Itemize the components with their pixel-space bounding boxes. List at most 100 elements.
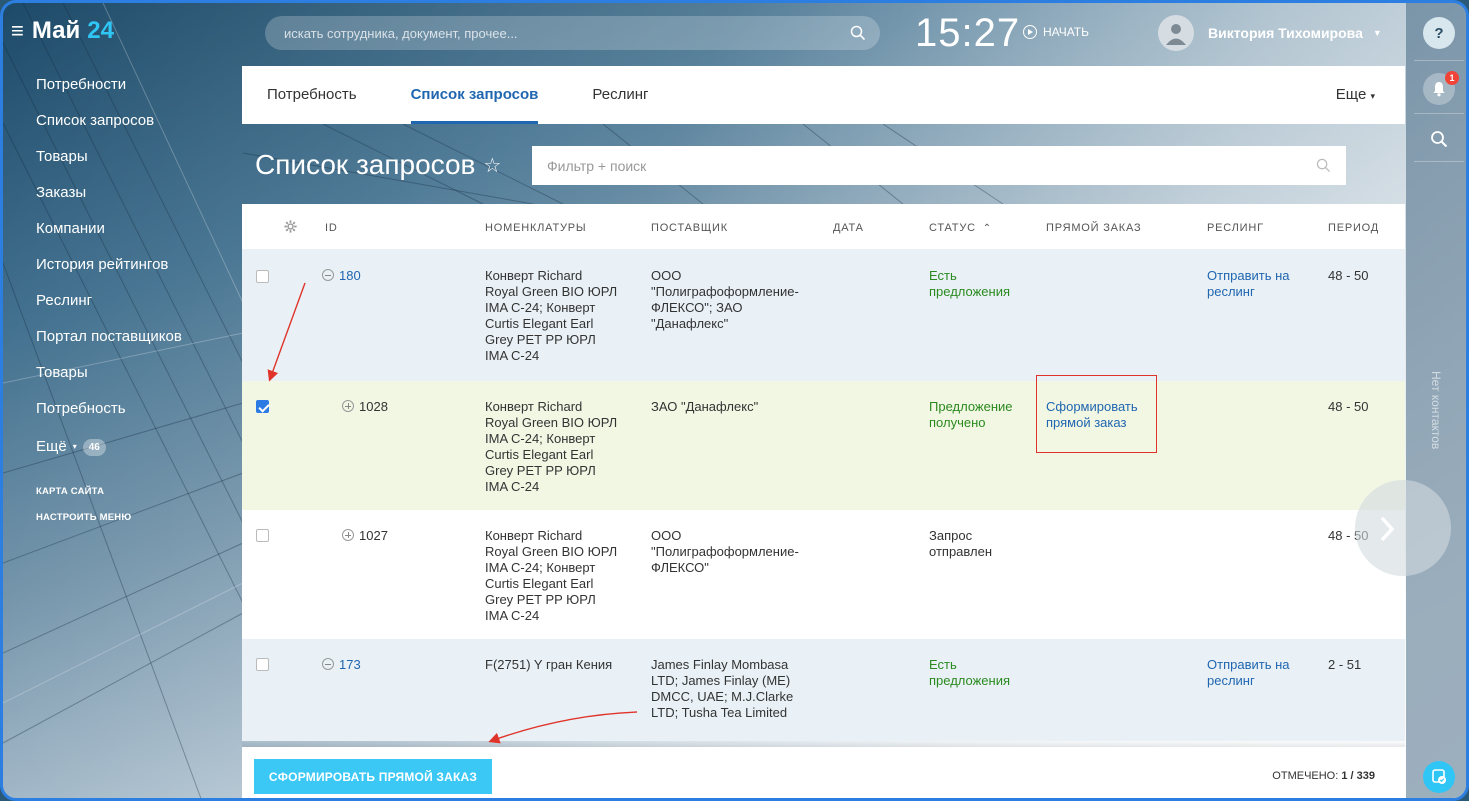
global-search <box>265 16 880 50</box>
expand-icon[interactable] <box>342 529 354 541</box>
menu-item-orders[interactable]: Заказы <box>36 177 236 213</box>
tab-need[interactable]: Потребность <box>267 66 357 124</box>
wrestling-line: Отправить на <box>1207 657 1290 672</box>
menu-icon[interactable]: ≡ <box>11 18 24 44</box>
tab-wrestling[interactable]: Реслинг <box>592 66 648 124</box>
nomenclature-cell: Конверт Richard Royal Green BIO ЮРЛ IMA … <box>485 528 635 624</box>
menu-item-goods[interactable]: Товары <box>36 141 236 177</box>
row-checkbox[interactable] <box>256 400 269 413</box>
send-to-wrestling-link[interactable]: Отправить на реслинг <box>1207 657 1289 689</box>
nomenclature-line: Royal Green BIO ЮРЛ <box>485 415 618 430</box>
divider <box>1414 60 1464 61</box>
create-direct-order-button[interactable]: СФОРМИРОВАТЬ ПРЯМОЙ ЗАКАЗ <box>254 759 492 794</box>
row-id[interactable]: 173 <box>322 657 361 673</box>
row-id-text: 1028 <box>359 399 388 414</box>
collapse-icon[interactable] <box>322 269 334 281</box>
selected-value: 1 / 339 <box>1341 770 1375 782</box>
site-map-link[interactable]: КАРТА САЙТА <box>36 479 236 505</box>
contacts-search-button[interactable] <box>1423 123 1455 155</box>
status-cell: Предложение получено <box>929 399 1013 431</box>
notifications-button[interactable]: 1 <box>1423 71 1459 105</box>
divider <box>1414 161 1464 162</box>
menu-item-more[interactable]: Ещё ▾ 46 <box>36 429 236 465</box>
more-label: Ещё <box>36 438 67 455</box>
table-row[interactable]: 1028 Конверт Richard Royal Green BIO ЮРЛ… <box>242 381 1405 510</box>
user-name: Виктория Тихомирова <box>1208 25 1363 41</box>
status-cell: Запрос отправлен <box>929 528 992 560</box>
row-id-link[interactable]: 180 <box>339 268 361 283</box>
expand-icon[interactable] <box>342 400 354 412</box>
menu-item-need[interactable]: Потребность <box>36 393 236 429</box>
supplier-line: DMCC, UAE; M.J.Clarke <box>651 689 794 704</box>
global-search-input[interactable] <box>284 25 850 41</box>
logo-text: Май <box>31 17 81 44</box>
filter-input[interactable] <box>547 157 1316 174</box>
app-logo[interactable]: ≡ Май 24 <box>11 17 114 45</box>
open-lines-button[interactable] <box>1423 761 1455 793</box>
menu-item-request-list[interactable]: Список запросов <box>36 105 236 141</box>
selected-counter: ОТМЕЧЕНО: 1 / 339 <box>1272 770 1375 782</box>
column-header-direct-order[interactable]: ПРЯМОЙ ЗАКАЗ <box>1046 222 1141 234</box>
supplier-line: ФЛЕКСО" <box>651 560 709 575</box>
supplier-cell: James Finlay Mombasa LTD; James Finlay (… <box>651 657 821 721</box>
gear-icon[interactable] <box>284 220 297 233</box>
tabs-more-button[interactable]: Еще ▾ <box>1336 66 1375 125</box>
menu-item-wrestling[interactable]: Реслинг <box>36 285 236 321</box>
tabs-more-label: Еще <box>1335 86 1367 103</box>
row-id: 1028 <box>342 399 388 415</box>
send-to-wrestling-link[interactable]: Отправить на реслинг <box>1207 268 1289 300</box>
row-id-text: 1027 <box>359 528 388 543</box>
nomenclature-line: Curtis Elegant Earl <box>485 576 594 591</box>
menu-item-companies[interactable]: Компании <box>36 213 236 249</box>
nomenclature-line: Curtis Elegant Earl <box>485 316 594 331</box>
table-row[interactable]: 1027 Конверт Richard Royal Green BIO ЮРЛ… <box>242 510 1405 639</box>
tab-request-list[interactable]: Список запросов <box>410 66 538 124</box>
collapse-icon[interactable] <box>322 658 334 670</box>
supplier-line: ООО <box>651 528 682 543</box>
column-header-status[interactable]: СТАТУС ⌃ <box>929 222 992 234</box>
nomenclature-line: Grey PET PP ЮРЛ <box>485 592 596 607</box>
status-line: Предложение <box>929 399 1013 414</box>
chat-icon <box>1432 769 1446 784</box>
user-menu[interactable]: Виктория Тихомирова ▼ <box>1158 15 1382 51</box>
row-id-link[interactable]: 173 <box>339 657 361 672</box>
supplier-line: "Полиграфоформление- <box>651 544 799 559</box>
logo-number: 24 <box>87 17 114 44</box>
column-header-id[interactable]: ID <box>325 222 338 234</box>
supplier-cell: ЗАО "Данафлекс" <box>651 399 821 415</box>
row-id[interactable]: 180 <box>322 268 361 284</box>
table-row[interactable]: 173 F(2751) Y гран Кения James Finlay Mo… <box>242 639 1405 741</box>
status-line: Есть <box>929 268 957 283</box>
supplier-line: "Полиграфоформление- <box>651 284 799 299</box>
filter-bar <box>532 146 1346 185</box>
start-workday-button[interactable]: НАЧАТЬ <box>1023 25 1089 39</box>
column-header-supplier[interactable]: ПОСТАВЩИК <box>651 222 728 234</box>
search-icon[interactable] <box>1316 158 1331 173</box>
menu-item-needs[interactable]: Потребности <box>36 69 236 105</box>
star-icon[interactable]: ☆ <box>483 153 501 178</box>
next-slide-button[interactable] <box>1355 480 1451 576</box>
row-checkbox[interactable] <box>256 529 269 542</box>
nomenclature-cell: Конверт Richard Royal Green BIO ЮРЛ IMA … <box>485 268 635 364</box>
column-header-date[interactable]: ДАТА <box>833 222 864 234</box>
status-cell: Есть предложения <box>929 657 1010 689</box>
start-label: НАЧАТЬ <box>1043 25 1090 39</box>
search-icon[interactable] <box>850 25 866 41</box>
row-checkbox[interactable] <box>256 270 269 283</box>
avatar <box>1158 15 1194 51</box>
column-header-nomenclature[interactable]: НОМЕНКЛАТУРЫ <box>485 222 586 234</box>
menu-item-supplier-portal[interactable]: Портал поставщиков <box>36 321 236 357</box>
status-line: Запрос <box>929 528 973 543</box>
configure-menu-link[interactable]: НАСТРОИТЬ МЕНЮ <box>36 505 236 531</box>
menu-item-rating-history[interactable]: История рейтингов <box>36 249 236 285</box>
menu-item-goods-2[interactable]: Товары <box>36 357 236 393</box>
table-row[interactable]: 180 Конверт Richard Royal Green BIO ЮРЛ … <box>242 249 1405 381</box>
help-button[interactable]: ? <box>1423 17 1455 49</box>
column-header-wrestling[interactable]: РЕСЛИНГ <box>1207 222 1264 234</box>
supplier-line: ЗАО "Данафлекс" <box>651 399 759 414</box>
nomenclature-line: IMA C-24; Конверт <box>485 560 596 575</box>
row-checkbox[interactable] <box>256 658 269 671</box>
nomenclature-line: F(2751) Y гран Кения <box>485 657 613 672</box>
column-header-period[interactable]: ПЕРИОД <box>1328 222 1379 234</box>
period-cell: 48 - 50 <box>1328 268 1369 283</box>
